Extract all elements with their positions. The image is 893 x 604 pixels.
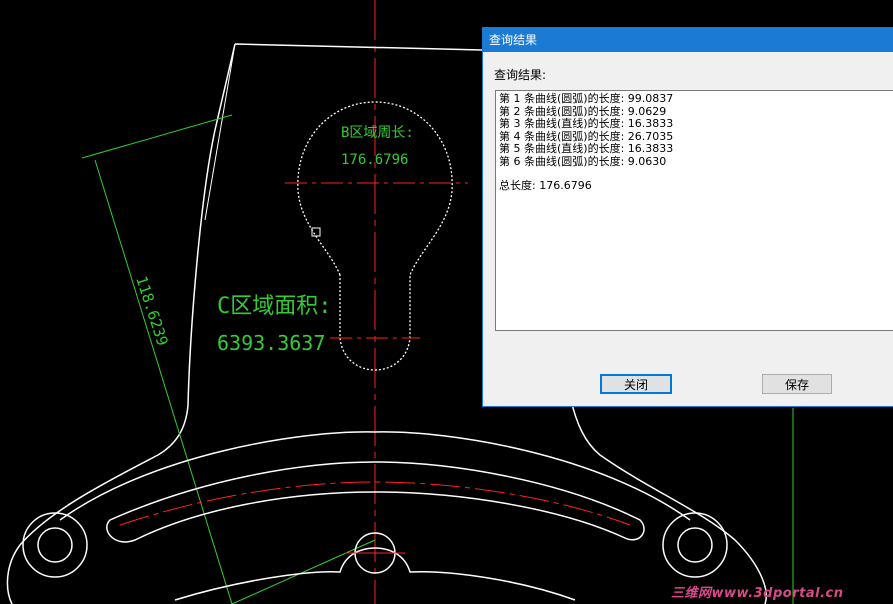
result-line: 第 1 条曲线(圆弧)的长度: 99.0837	[499, 92, 674, 105]
b-region-label: B区域周长:	[341, 125, 414, 141]
c-region-value: 6393.3637	[217, 331, 325, 355]
right-hole	[677, 527, 713, 563]
b-region-value: 176.6796	[341, 152, 408, 168]
result-line: 第 6 条曲线(圆弧)的长度: 9.0630	[499, 154, 667, 168]
left-hole	[37, 527, 73, 563]
left-hole-ring	[22, 512, 88, 578]
right-hole-ring	[662, 512, 728, 578]
dimension-text: 118.6239	[132, 274, 171, 348]
dimension-ext-bottom	[231, 539, 376, 604]
result-label: 查询结果:	[494, 68, 547, 82]
part-edge-left	[204, 43, 236, 221]
dialog-title[interactable]: 查询结果	[483, 28, 893, 52]
save-button[interactable]: 保存	[762, 374, 832, 394]
query-result-dialog: 查询结果 查询结果: 第 1 条曲线(圆弧)的长度: 99.0837 第 2 条…	[482, 27, 893, 407]
total-length: 总长度: 176.6796	[499, 179, 592, 192]
close-button[interactable]: 关闭	[600, 374, 672, 394]
result-line: 第 3 条曲线(直线)的长度: 16.3833	[499, 117, 674, 130]
watermark: 三维网www.3dportal.cn	[671, 586, 844, 601]
result-line: 第 5 条曲线(直线)的长度: 16.3833	[499, 142, 674, 155]
result-textbox[interactable]: 第 1 条曲线(圆弧)的长度: 99.0837 第 2 条曲线(圆弧)的长度: …	[495, 90, 893, 331]
c-region-label: C区域面积:	[217, 294, 332, 319]
dimension-line	[94, 159, 233, 604]
dimension-ext-top	[81, 114, 233, 159]
snap-marker	[311, 227, 321, 237]
